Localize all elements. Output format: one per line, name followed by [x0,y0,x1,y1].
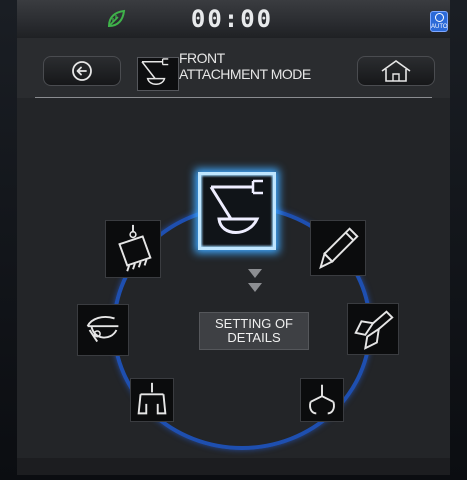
ripper-bucket-icon[interactable] [105,220,161,278]
front-attachment-icon [137,57,179,91]
fork-icon[interactable] [77,304,129,356]
setting-line-1: SETTING OF [215,316,293,331]
breaker-icon[interactable] [310,220,366,276]
stop-auto-ring [434,13,444,22]
grapple-icon[interactable] [300,378,344,422]
back-button[interactable] [43,56,121,86]
bottom-bar [17,458,450,475]
clamshell-icon[interactable] [130,378,174,422]
setting-of-details-button[interactable]: SETTING OF DETAILS [199,312,309,350]
chevron-down-icon [248,269,262,292]
bucket-icon[interactable] [198,172,276,250]
home-icon [381,60,411,82]
title-line-2: ATTACHMENT MODE [179,66,311,82]
header-divider [35,97,432,98]
setting-button-text: SETTING OF DETAILS [215,317,293,345]
stop-auto-icon[interactable]: AUTO [430,11,448,32]
display-screen: 00:00 AUTO FRONT ATTACHMENT MODE SETTING… [17,0,450,475]
back-arrow-icon [72,61,92,81]
status-bar: 00:00 AUTO [17,0,450,39]
leaf-icon [105,8,127,30]
page-title: FRONT ATTACHMENT MODE [179,50,359,82]
crusher-icon[interactable] [347,303,399,355]
setting-line-2: DETAILS [227,330,281,345]
home-button[interactable] [357,56,435,86]
clock-display: 00:00 [190,5,274,33]
stop-auto-label: AUTO [431,24,448,30]
title-line-1: FRONT [179,50,225,66]
